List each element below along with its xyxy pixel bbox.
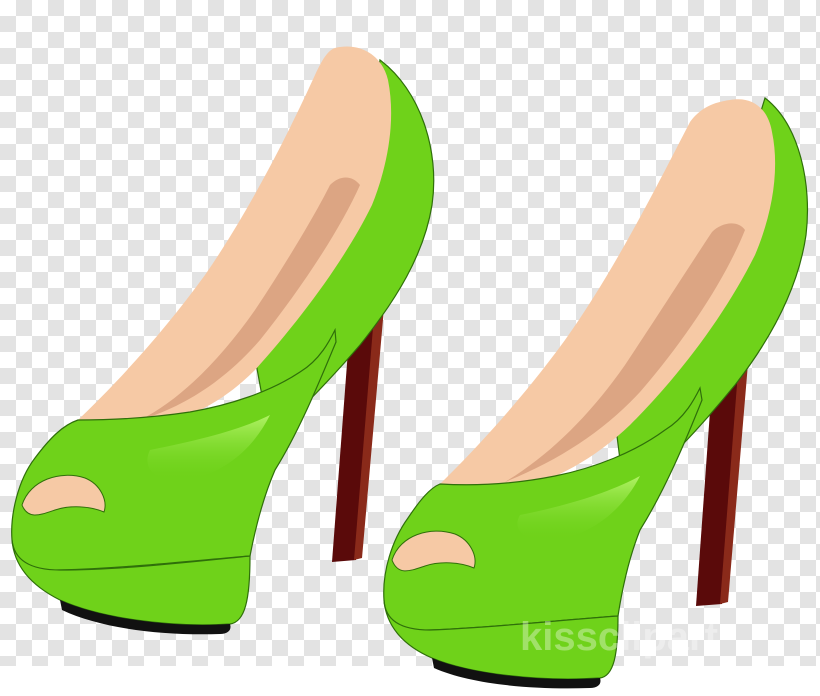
shoes-illustration: kissclipart (11, 46, 809, 689)
left-shoe (11, 46, 435, 635)
watermark-text: kissclipart (520, 615, 718, 659)
image-canvas: kissclipart (0, 0, 820, 696)
right-shoe (383, 96, 809, 689)
left-shoe-lining (78, 46, 392, 428)
